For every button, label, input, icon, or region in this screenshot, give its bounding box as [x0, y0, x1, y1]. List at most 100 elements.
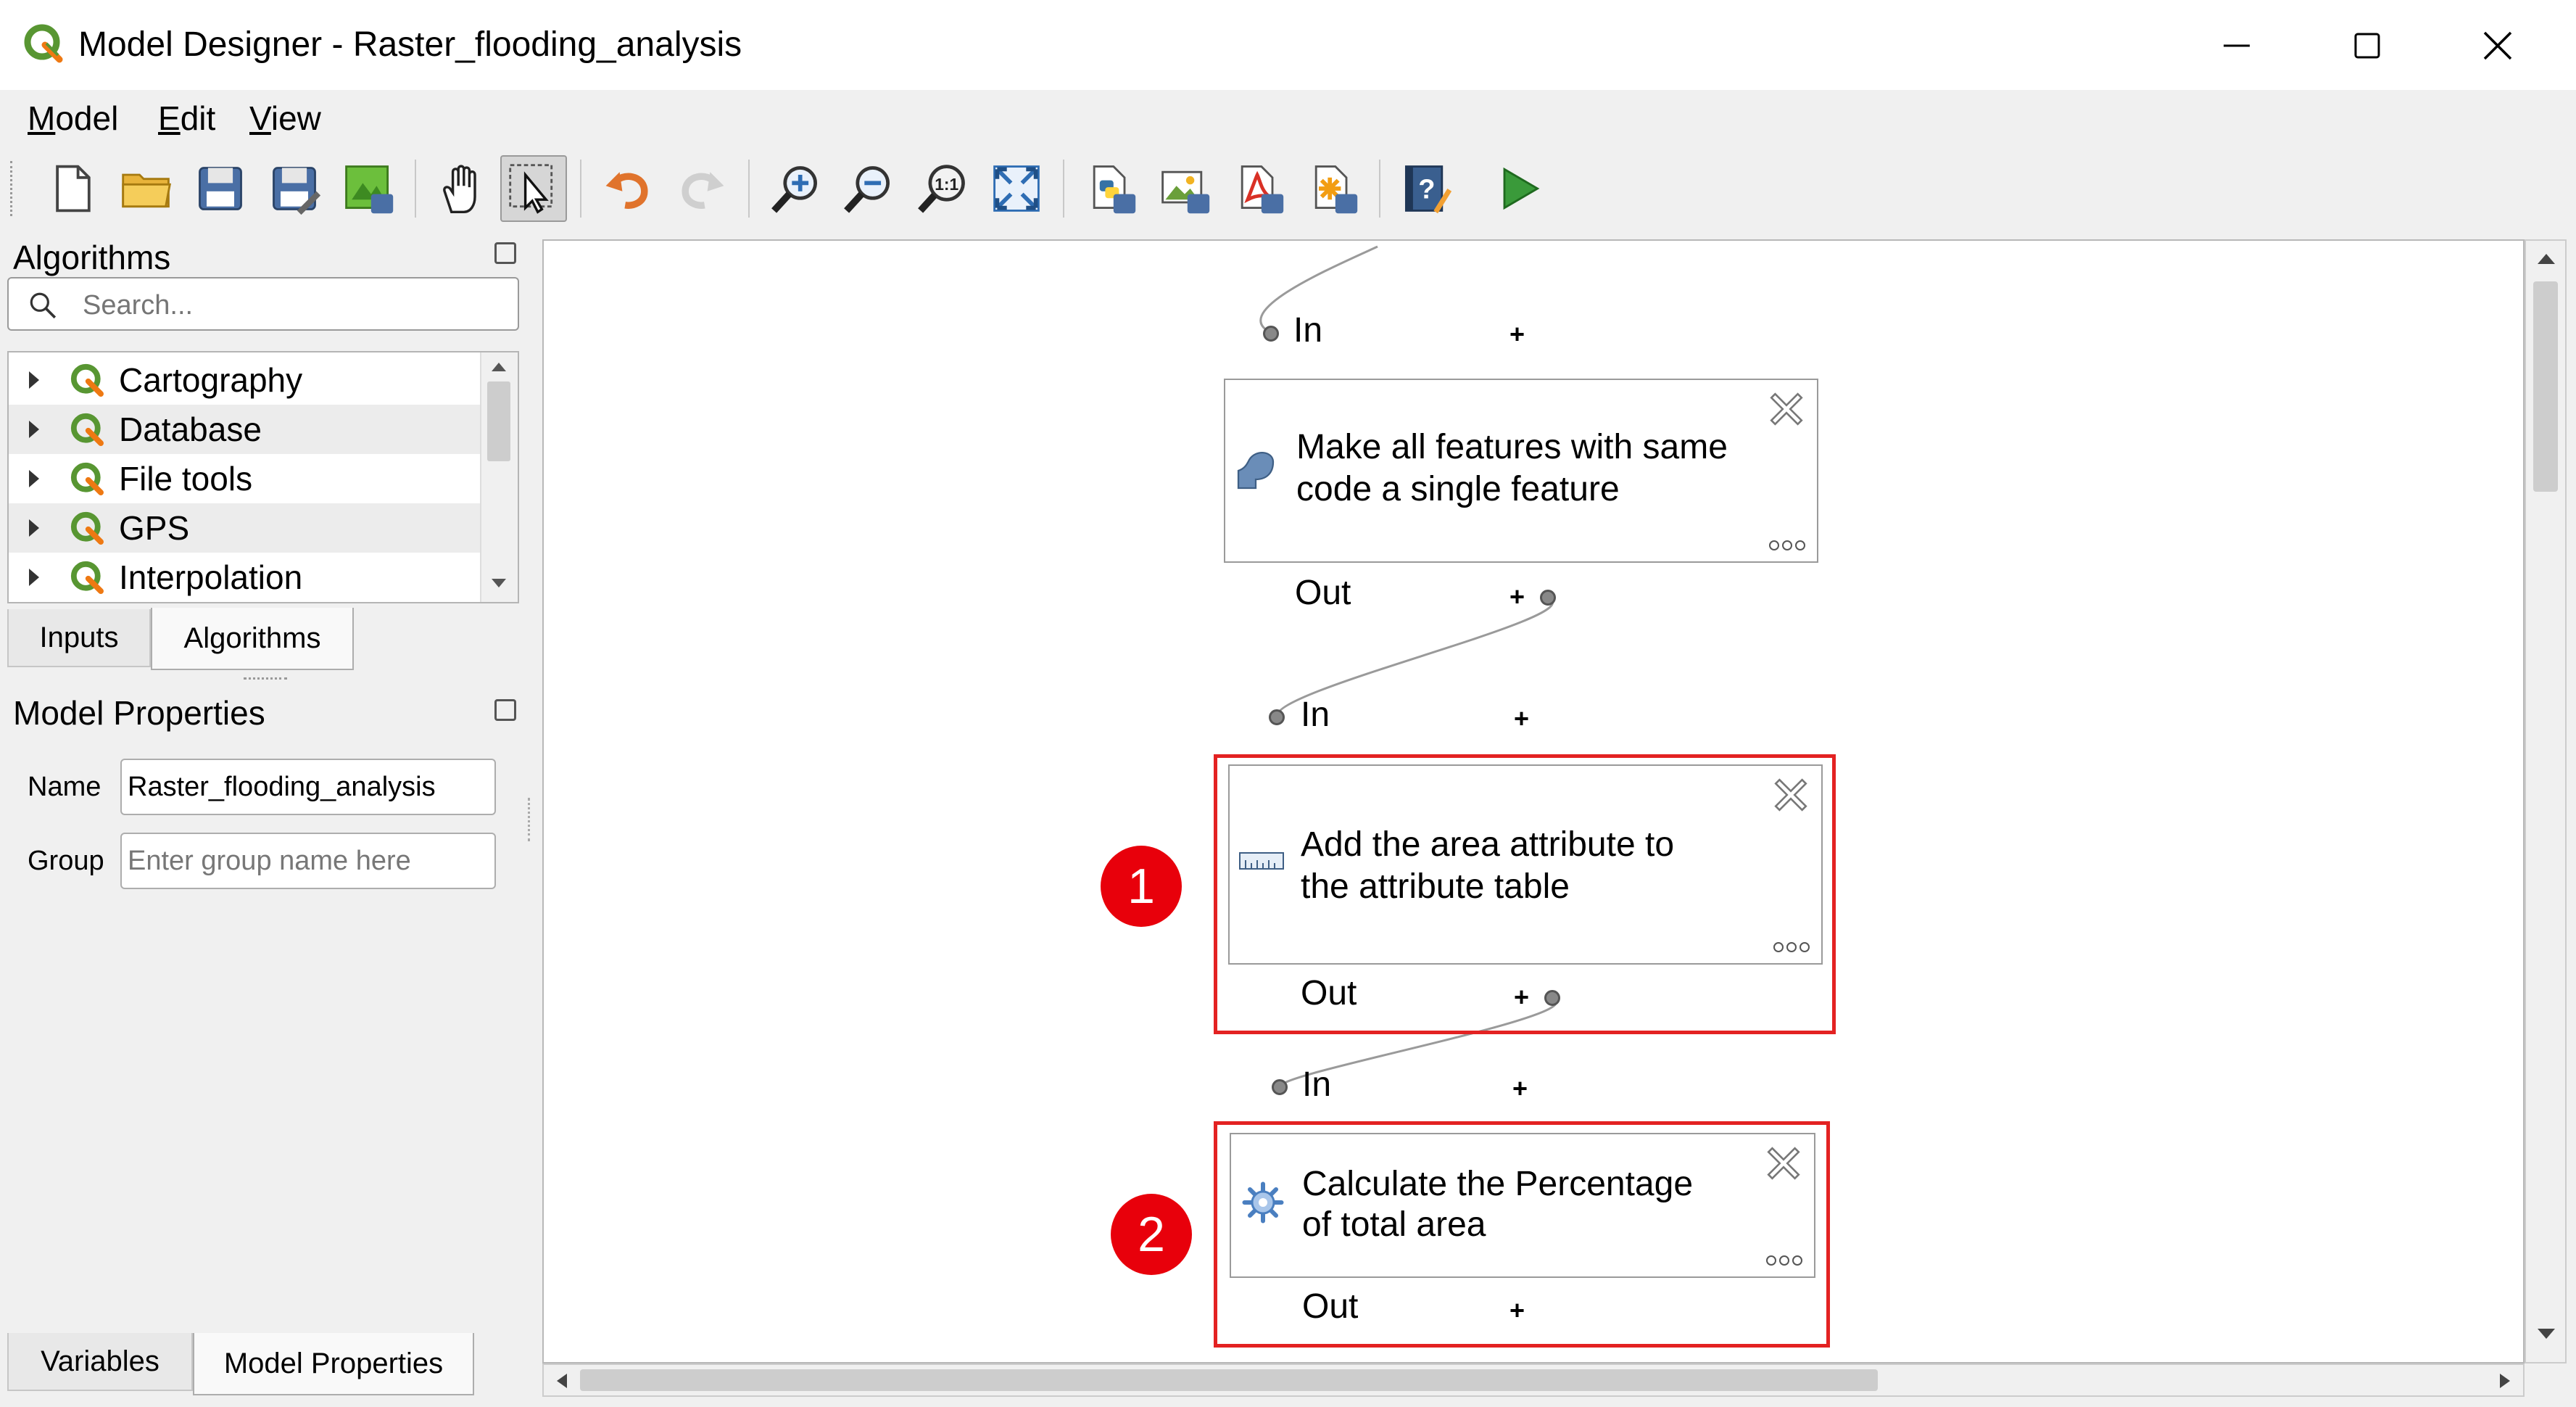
minimize-icon — [2224, 44, 2250, 47]
algorithm-tree: Cartography Database File tools GPS Inte… — [7, 351, 519, 603]
zoom-in-icon — [771, 166, 817, 213]
qgis-provider-icon — [70, 561, 104, 594]
select-icon — [509, 164, 553, 214]
expand-arrow-icon[interactable] — [29, 371, 39, 389]
zoom-out-button[interactable] — [835, 155, 902, 222]
scroll-down-arrow-icon[interactable] — [2536, 1327, 2556, 1340]
input-port-dot[interactable] — [1263, 326, 1279, 342]
name-label: Name — [28, 772, 102, 802]
tree-item-gps[interactable]: GPS — [9, 503, 481, 553]
input-port-dot[interactable] — [1272, 1079, 1288, 1095]
run-model-button[interactable] — [1485, 155, 1552, 222]
tab-model-properties[interactable]: Model Properties — [193, 1333, 474, 1395]
tree-scroll-thumb[interactable] — [487, 381, 510, 461]
export-svg-button[interactable] — [1299, 155, 1366, 222]
algorithm-node-add-area[interactable]: Add the area attribute to the attribute … — [1228, 764, 1823, 965]
select-button[interactable] — [500, 155, 567, 222]
tree-item-interpolation[interactable]: Interpolation — [9, 553, 481, 602]
expand-arrow-icon[interactable] — [29, 519, 39, 537]
add-input-plus[interactable]: + — [1509, 319, 1525, 350]
scroll-up-arrow-icon[interactable] — [2536, 252, 2556, 265]
open-model-button[interactable] — [113, 155, 180, 222]
zoom-actual-button[interactable]: 1:1 — [909, 155, 976, 222]
float-panel-icon[interactable] — [494, 242, 516, 264]
toolbar-handle[interactable] — [10, 161, 20, 216]
scroll-down-arrow-icon[interactable] — [490, 577, 508, 589]
menu-bar — [0, 90, 2576, 148]
tab-variables[interactable]: Variables — [7, 1333, 193, 1391]
qgis-provider-icon — [70, 462, 104, 495]
pan-button[interactable] — [428, 155, 494, 222]
menu-view[interactable]: View — [249, 99, 321, 138]
tree-item-label: Interpolation — [119, 558, 303, 596]
more-options-icon[interactable] — [1768, 538, 1807, 553]
remove-node-icon[interactable] — [1768, 390, 1805, 428]
more-options-icon[interactable] — [1772, 940, 1811, 954]
tree-item-file-tools[interactable]: File tools — [9, 454, 481, 503]
redo-button[interactable] — [668, 155, 735, 222]
export-python-button[interactable] — [1077, 155, 1144, 222]
save-model-button[interactable] — [187, 155, 254, 222]
canvas-vertical-scrollbar[interactable] — [2525, 239, 2567, 1363]
tree-scrollbar[interactable] — [480, 352, 518, 602]
add-input-plus[interactable]: + — [1514, 704, 1529, 734]
undo-button[interactable] — [595, 155, 661, 222]
close-button[interactable] — [2436, 13, 2559, 78]
tree-item-database[interactable]: Database — [9, 405, 481, 454]
algorithm-node-dissolve[interactable]: Make all features with same code a singl… — [1224, 379, 1818, 563]
algorithm-node-field-calculator[interactable]: Calculate the Percentage of total area — [1230, 1133, 1815, 1278]
add-output-plus[interactable]: + — [1509, 582, 1525, 612]
expand-arrow-icon[interactable] — [29, 421, 39, 438]
expand-arrow-icon[interactable] — [29, 470, 39, 487]
node-label-line2: the attribute table — [1301, 867, 1570, 906]
horizontal-scroll-thumb[interactable] — [580, 1369, 1878, 1391]
float-panel-icon[interactable] — [494, 699, 516, 721]
model-name-field[interactable] — [120, 759, 496, 815]
maximize-button[interactable] — [2306, 13, 2429, 78]
remove-node-icon[interactable] — [1772, 776, 1810, 814]
add-output-plus[interactable]: + — [1514, 982, 1529, 1012]
node-label-line2: code a single feature — [1296, 470, 1620, 508]
tab-algorithms[interactable]: Algorithms — [151, 608, 354, 670]
output-port-dot[interactable] — [1544, 990, 1560, 1006]
new-model-button[interactable] — [39, 155, 106, 222]
add-input-plus[interactable]: + — [1512, 1073, 1528, 1104]
zoom-full-button[interactable] — [983, 155, 1050, 222]
expand-arrow-icon[interactable] — [29, 569, 39, 586]
zoom-in-button[interactable] — [763, 155, 829, 222]
algorithm-search-input[interactable] — [81, 284, 505, 326]
model-group-field[interactable] — [120, 833, 496, 889]
model-canvas[interactable]: In + Make all features with same code a … — [542, 239, 2525, 1363]
export-image-button[interactable] — [1151, 155, 1218, 222]
canvas-horizontal-scrollbar[interactable] — [542, 1363, 2525, 1397]
menu-edit[interactable]: Edit — [158, 99, 215, 138]
add-output-plus[interactable]: + — [1509, 1295, 1525, 1326]
menu-model[interactable]: Model — [28, 99, 118, 138]
scroll-up-arrow-icon[interactable] — [490, 361, 508, 373]
more-options-icon[interactable] — [1765, 1253, 1804, 1268]
vertical-scroll-thumb[interactable] — [2533, 281, 2558, 492]
qgis-provider-icon — [70, 363, 104, 397]
splitter-handle[interactable] — [244, 677, 287, 684]
save-as-button[interactable] — [261, 155, 328, 222]
remove-node-icon[interactable] — [1765, 1144, 1802, 1182]
input-port-dot[interactable] — [1269, 709, 1285, 725]
export-pdf-button[interactable] — [1225, 155, 1292, 222]
output-port-dot[interactable] — [1540, 590, 1556, 606]
window-title: Model Designer - Raster_flooding_analysi… — [78, 25, 742, 64]
toolbar-separator — [1063, 160, 1064, 218]
minimize-button[interactable] — [2175, 13, 2298, 78]
close-icon — [2483, 31, 2512, 60]
tree-item-cartography[interactable]: Cartography — [9, 355, 481, 405]
tree-item-label: Database — [119, 410, 262, 448]
help-button[interactable]: ? — [1392, 155, 1459, 222]
save-to-project-icon — [345, 165, 394, 214]
tree-item-label: GPS — [119, 509, 190, 547]
measure-ruler-icon — [1239, 852, 1284, 870]
tab-inputs[interactable]: Inputs — [7, 609, 151, 667]
qgis-provider-icon — [70, 511, 104, 545]
panel-resize-handle[interactable] — [528, 798, 534, 841]
save-to-project-button[interactable] — [335, 155, 402, 222]
scroll-left-arrow-icon[interactable] — [555, 1372, 568, 1390]
scroll-right-arrow-icon[interactable] — [2498, 1372, 2511, 1390]
